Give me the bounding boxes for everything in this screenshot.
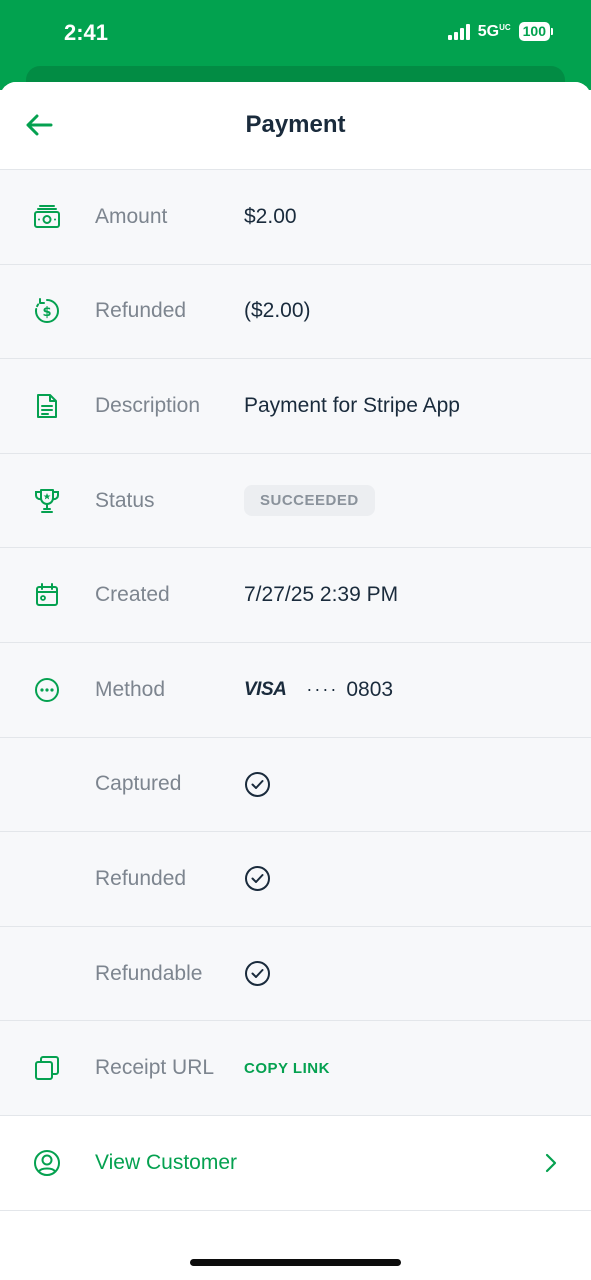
detail-row-amount: Amount $2.00 [0,170,591,265]
method-value: VISA ···· 0803 [244,678,393,702]
payment-details: Amount $2.00 $ Refunded ($2.00) Descript… [0,170,591,1116]
description-value: Payment for Stripe App [244,393,460,417]
battery-level: 100 [518,22,550,41]
svg-text:$: $ [42,305,51,320]
status-value: SUCCEEDED [244,485,375,517]
copy-link-button[interactable]: COPY LINK [244,1060,330,1077]
detail-label: Refunded [95,866,187,890]
document-icon [33,392,61,420]
detail-label: Description [95,393,201,417]
card-mask: ···· [306,679,339,700]
battery-icon: 100 [518,22,553,41]
view-customer-button[interactable]: View Customer [0,1115,591,1211]
signal-icon [447,23,470,40]
visa-logo: VISA [244,678,287,700]
copy-icon [33,1054,61,1082]
detail-row-refundable: Refundable [0,927,591,1022]
detail-row-refunded-flag: Refunded [0,832,591,927]
detail-label: Captured [95,772,182,796]
check-circle-icon [245,771,270,797]
more-icon [33,676,61,704]
status-badge: SUCCEEDED [244,485,375,517]
detail-label: Method [95,677,166,701]
chevron-right-icon [545,1153,557,1173]
card-last4: 0803 [346,677,394,701]
check-circle-icon [245,961,270,987]
trophy-icon [33,487,61,515]
detail-label: Status [95,488,155,512]
detail-row-description: Description Payment for Stripe App [0,359,591,454]
detail-label: Refundable [95,961,203,985]
refundable-value [244,960,271,987]
detail-row-receipt-url: Receipt URL COPY LINK [0,1021,591,1116]
detail-row-method: Method VISA ···· 0803 [0,643,591,738]
detail-row-captured: Captured [0,738,591,833]
detail-row-refunded-amount: $ Refunded ($2.00) [0,265,591,360]
refund-icon: $ [33,297,61,325]
detail-row-created: Created 7/27/25 2:39 PM [0,548,591,643]
amount-value: $2.00 [244,204,297,228]
view-customer-label[interactable]: View Customer [95,1151,237,1175]
page-title: Payment [245,111,346,138]
calendar-icon [33,581,61,609]
user-circle-icon [33,1149,61,1177]
detail-label: Created [95,583,170,607]
detail-label: Refunded [95,299,187,323]
copy-link-label[interactable]: COPY LINK [244,1060,330,1077]
nav-bar: Payment [0,82,591,170]
network-label: 5GUC [477,22,511,40]
money-icon [33,203,61,231]
captured-value [244,771,271,798]
detail-label: Amount [95,204,168,228]
refunded-flag-value [244,865,271,892]
status-indicators: 5GUC 100 [447,22,553,41]
home-indicator[interactable] [190,1259,401,1266]
detail-row-status: Status SUCCEEDED [0,454,591,549]
status-time: 2:41 [64,20,109,45]
created-value: 7/27/25 2:39 PM [244,583,399,607]
detail-label: Receipt URL [95,1056,215,1080]
check-circle-icon [245,866,270,892]
payment-sheet: Payment Amount $2.00 $ Refunded ($2.00) … [0,82,591,1280]
refunded-value: ($2.00) [244,299,311,323]
